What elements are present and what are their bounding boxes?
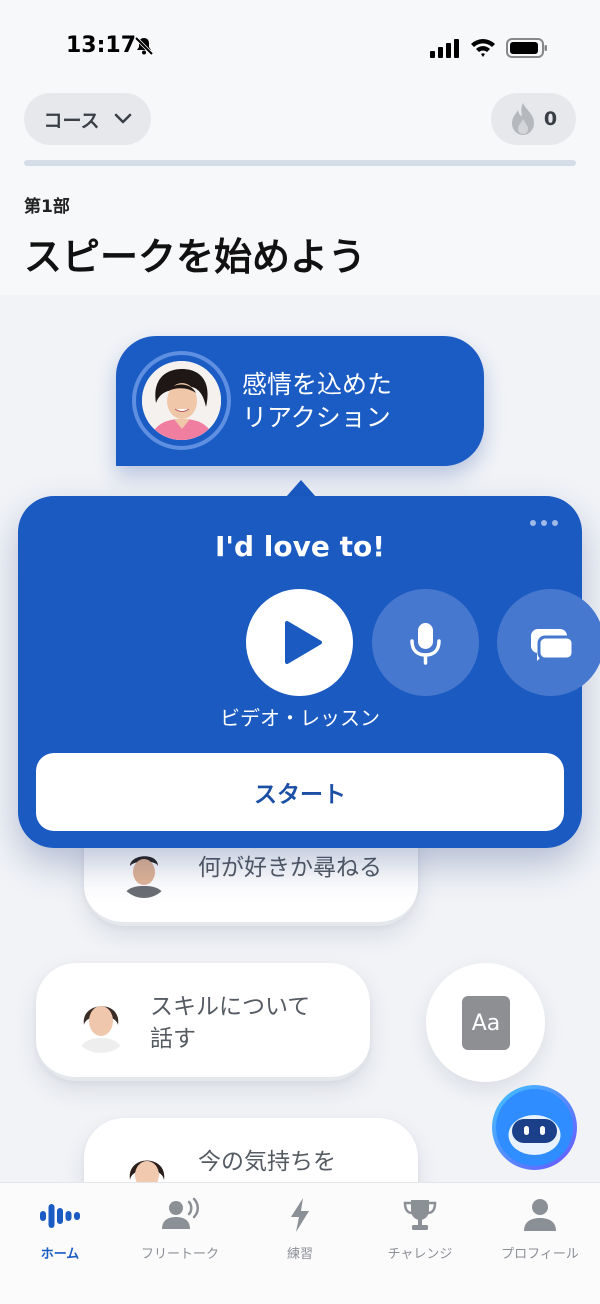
popup-phrase: I'd love to!	[215, 530, 385, 563]
video-lesson-label: ビデオ・レッスン	[0, 702, 600, 731]
ai-assistant-button[interactable]	[492, 1085, 577, 1170]
more-options-icon[interactable]	[530, 520, 562, 530]
lesson-title-line1: スキルについて	[150, 994, 311, 1020]
person-icon	[524, 1199, 556, 1231]
popup-pointer	[286, 480, 316, 497]
streak-count: 0	[543, 108, 558, 130]
wifi-icon	[471, 39, 495, 57]
robot-icon	[508, 1115, 561, 1155]
tab-profile[interactable]: プロフィール	[480, 1191, 600, 1262]
flame-icon	[511, 103, 534, 135]
tab-practice[interactable]: 練習	[240, 1191, 360, 1262]
lightning-icon	[291, 1198, 309, 1232]
app-screen: 13:17 コース 0 第1部 スピークを始めよう 感情を込めた リアクション …	[0, 0, 600, 1304]
video-lesson-label-text: ビデオ・レッスン	[220, 706, 380, 730]
avatar	[142, 361, 221, 440]
course-label: コース	[43, 109, 100, 132]
status-bar: 13:17	[0, 0, 600, 90]
course-progress-bar	[24, 160, 576, 166]
lesson-card-active[interactable]: 感情を込めた リアクション	[116, 336, 484, 466]
avatar	[70, 991, 132, 1053]
tab-label: チャレンジ	[387, 1247, 453, 1262]
bell-off-icon	[134, 36, 154, 56]
avatar	[118, 846, 170, 898]
lesson-title: 今の気持ちを	[198, 1149, 336, 1175]
person-speaking-icon	[162, 1197, 199, 1229]
vocabulary-icon: Aa	[462, 996, 510, 1050]
course-dropdown-button[interactable]: コース	[24, 93, 151, 145]
video-lesson-play-button[interactable]	[246, 589, 353, 696]
status-time: 13:17	[66, 33, 137, 58]
chat-bubbles-icon	[531, 629, 575, 661]
lesson-title: 何が好きか尋ねる	[198, 855, 382, 881]
microphone-icon	[410, 623, 441, 665]
streak-button[interactable]: 0	[491, 93, 576, 145]
lesson-title-line1: 感情を込めた	[242, 370, 393, 399]
tab-label: フリートーク	[140, 1247, 219, 1262]
speak-practice-button[interactable]	[372, 589, 479, 696]
lesson-card[interactable]: スキルについて 話す	[36, 963, 370, 1081]
header: 13:17 コース 0 第1部 スピークを始めよう	[0, 0, 600, 295]
tab-bar: ホーム フリートーク 練習 チャレンジ プロフィール	[0, 1182, 600, 1304]
part-label: 第1部	[24, 197, 70, 217]
tab-label: ホーム	[40, 1247, 80, 1262]
lesson-title: 感情を込めた リアクション	[242, 368, 392, 434]
tab-label: プロフィール	[501, 1247, 579, 1262]
tab-home[interactable]: ホーム	[0, 1191, 120, 1262]
tab-free-talk[interactable]: フリートーク	[120, 1191, 240, 1262]
tab-challenge[interactable]: チャレンジ	[360, 1191, 480, 1262]
start-button[interactable]: スタート	[36, 753, 564, 831]
lesson-title-line2: リアクション	[242, 403, 391, 432]
tab-label: 練習	[286, 1247, 313, 1262]
waveform-icon	[40, 1204, 80, 1228]
play-icon	[285, 621, 322, 664]
battery-icon	[506, 38, 547, 58]
chevron-down-icon	[114, 113, 131, 124]
conversation-button[interactable]	[497, 589, 600, 696]
signal-icon	[430, 39, 459, 58]
lesson-title: スキルについて 話す	[150, 991, 310, 1055]
lesson-title-line2: 話す	[150, 1026, 196, 1052]
trophy-icon	[403, 1200, 437, 1230]
page-title: スピークを始めよう	[24, 235, 367, 279]
